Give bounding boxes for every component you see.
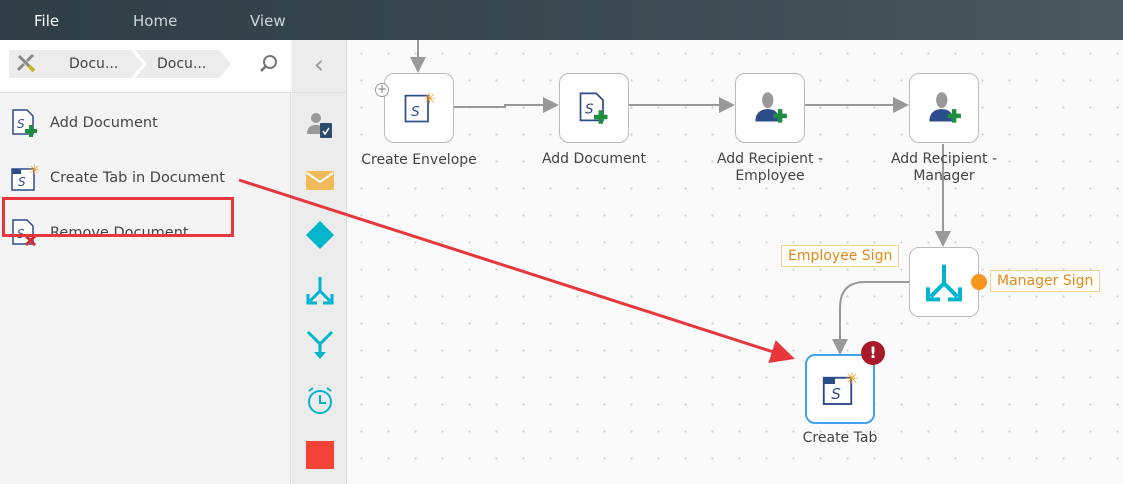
node-create-envelope[interactable]: S ✳: [384, 73, 454, 143]
create-tab-icon: S✳: [822, 369, 859, 405]
activity-panel: Docu... Docu... S Add Document S ✳ Create…: [0, 40, 291, 484]
svg-text:S: S: [17, 117, 25, 131]
node-add-recipient-employee[interactable]: [735, 73, 805, 143]
node-add-recipient-manager[interactable]: [909, 73, 979, 143]
wrench-icon: [15, 52, 39, 76]
palette-item-add-document[interactable]: S Add Document: [0, 100, 255, 146]
assign-task-icon[interactable]: [305, 110, 335, 140]
create-tab-icon: S✳: [11, 163, 40, 191]
svg-text:S: S: [411, 104, 420, 120]
merge-icon[interactable]: [305, 330, 335, 360]
create-envelope-icon: S✳: [404, 91, 436, 123]
expand-plus-icon[interactable]: +: [375, 83, 389, 97]
branch-label-manager[interactable]: Manager Sign: [990, 270, 1101, 292]
node-label: Add Document: [541, 151, 647, 167]
node-create-tab[interactable]: S ✳: [805, 354, 875, 424]
svg-text:✳: ✳: [424, 91, 436, 108]
email-icon[interactable]: [305, 165, 335, 195]
highlight-box: [2, 197, 234, 237]
add-recipient-icon: [755, 92, 787, 123]
stop-icon[interactable]: [305, 440, 335, 470]
palette-item-create-tab[interactable]: S ✳ Create Tab in Document: [0, 155, 255, 201]
breadcrumb-item[interactable]: Docu...: [47, 50, 143, 78]
search-icon[interactable]: [258, 53, 280, 75]
svg-text:✳: ✳: [29, 163, 40, 178]
svg-text:S: S: [585, 102, 594, 118]
add-document-icon: S: [12, 109, 37, 137]
node-label: Add Recipient - Employee: [716, 151, 824, 184]
node-split[interactable]: [909, 247, 979, 317]
add-recipient-icon: [929, 92, 961, 123]
add-document-icon: S: [579, 92, 608, 124]
split-icon[interactable]: [305, 275, 335, 305]
menu-file[interactable]: File: [34, 12, 59, 30]
decision-diamond-icon[interactable]: [305, 220, 335, 250]
menu-view[interactable]: View: [250, 12, 286, 30]
breadcrumb: Docu... Docu...: [0, 40, 291, 93]
svg-text:S: S: [18, 175, 26, 189]
breadcrumb-item[interactable]: Docu...: [135, 50, 231, 78]
collapse-chevron-icon[interactable]: ‹: [292, 40, 346, 93]
node-add-document[interactable]: S: [559, 73, 629, 143]
palette-item-label: Add Document: [50, 115, 158, 131]
palette-item-label: Create Tab in Document: [50, 170, 225, 186]
split-icon: [926, 264, 962, 302]
branch-label-employee[interactable]: Employee Sign: [781, 245, 900, 267]
menu-bar: File Home View: [0, 0, 1123, 40]
svg-text:S: S: [831, 385, 841, 403]
timer-icon[interactable]: [305, 385, 335, 415]
toolbox: ‹: [292, 40, 347, 484]
node-label: Create Envelope: [361, 152, 477, 168]
svg-text:✳: ✳: [845, 369, 859, 388]
node-label: Create Tab: [802, 430, 878, 446]
branch-port[interactable]: [971, 274, 987, 290]
error-icon[interactable]: !: [861, 341, 885, 365]
node-label: Add Recipient - Manager: [890, 151, 998, 184]
menu-home[interactable]: Home: [133, 12, 177, 30]
